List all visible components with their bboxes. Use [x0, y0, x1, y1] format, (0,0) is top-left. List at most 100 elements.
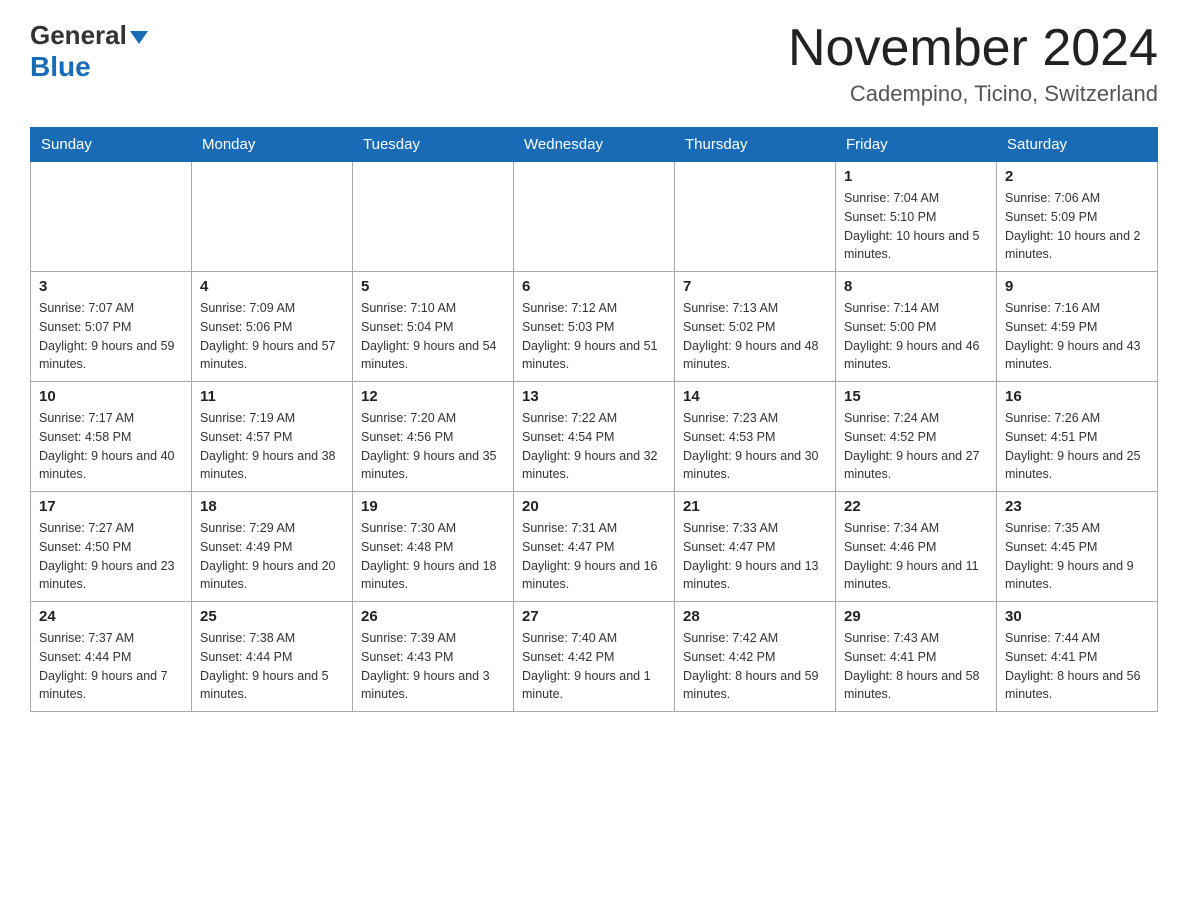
day-number: 12 [361, 388, 505, 405]
day-info: Sunrise: 7:33 AMSunset: 4:47 PMDaylight:… [683, 519, 827, 594]
day-info: Sunrise: 7:20 AMSunset: 4:56 PMDaylight:… [361, 409, 505, 484]
logo: General Blue [30, 20, 148, 83]
day-number: 17 [39, 498, 183, 515]
calendar-week-row-1: 3 Sunrise: 7:07 AMSunset: 5:07 PMDaylight… [31, 272, 1158, 382]
day-info: Sunrise: 7:43 AMSunset: 4:41 PMDaylight:… [844, 629, 988, 704]
col-header-thursday: Thursday [675, 128, 836, 162]
page-header: General Blue November 2024 Cadempino, Ti… [30, 20, 1158, 107]
calendar-cell-w0-d0 [31, 162, 192, 272]
day-number: 30 [1005, 608, 1149, 625]
day-number: 11 [200, 388, 344, 405]
day-info: Sunrise: 7:44 AMSunset: 4:41 PMDaylight:… [1005, 629, 1149, 704]
month-title: November 2024 [788, 20, 1158, 77]
calendar-cell-w4-d1: 25 Sunrise: 7:38 AMSunset: 4:44 PMDayligh… [192, 602, 353, 712]
day-number: 9 [1005, 278, 1149, 295]
day-number: 20 [522, 498, 666, 515]
calendar-week-row-4: 24 Sunrise: 7:37 AMSunset: 4:44 PMDayligh… [31, 602, 1158, 712]
calendar-cell-w0-d6: 2 Sunrise: 7:06 AMSunset: 5:09 PMDaylight… [997, 162, 1158, 272]
col-header-saturday: Saturday [997, 128, 1158, 162]
calendar-cell-w0-d1 [192, 162, 353, 272]
col-header-sunday: Sunday [31, 128, 192, 162]
day-info: Sunrise: 7:37 AMSunset: 4:44 PMDaylight:… [39, 629, 183, 704]
day-info: Sunrise: 7:09 AMSunset: 5:06 PMDaylight:… [200, 299, 344, 374]
calendar-cell-w4-d3: 27 Sunrise: 7:40 AMSunset: 4:42 PMDayligh… [514, 602, 675, 712]
calendar-cell-w4-d5: 29 Sunrise: 7:43 AMSunset: 4:41 PMDayligh… [836, 602, 997, 712]
calendar-cell-w0-d4 [675, 162, 836, 272]
calendar-cell-w1-d1: 4Sunrise: 7:09 AMSunset: 5:06 PMDaylight… [192, 272, 353, 382]
logo-blue-text: Blue [30, 51, 91, 82]
location-title: Cadempino, Ticino, Switzerland [788, 81, 1158, 107]
col-header-friday: Friday [836, 128, 997, 162]
day-number: 13 [522, 388, 666, 405]
day-number: 27 [522, 608, 666, 625]
calendar-cell-w4-d4: 28Sunrise: 7:42 AMSunset: 4:42 PMDayligh… [675, 602, 836, 712]
day-info: Sunrise: 7:40 AMSunset: 4:42 PMDaylight:… [522, 629, 666, 704]
calendar-cell-w3-d5: 22Sunrise: 7:34 AMSunset: 4:46 PMDayligh… [836, 492, 997, 602]
calendar-cell-w0-d2 [353, 162, 514, 272]
calendar-cell-w4-d6: 30 Sunrise: 7:44 AMSunset: 4:41 PMDayligh… [997, 602, 1158, 712]
day-number: 23 [1005, 498, 1149, 515]
day-number: 21 [683, 498, 827, 515]
day-number: 1 [844, 168, 988, 185]
calendar-cell-w2-d6: 16 Sunrise: 7:26 AMSunset: 4:51 PMDayligh… [997, 382, 1158, 492]
day-number: 15 [844, 388, 988, 405]
calendar-cell-w0-d5: 1 Sunrise: 7:04 AMSunset: 5:10 PMDaylight… [836, 162, 997, 272]
day-number: 6 [522, 278, 666, 295]
calendar-week-row-0: 1 Sunrise: 7:04 AMSunset: 5:10 PMDaylight… [31, 162, 1158, 272]
logo-general-text: General [30, 20, 127, 51]
day-number: 18 [200, 498, 344, 515]
day-info: Sunrise: 7:19 AMSunset: 4:57 PMDaylight:… [200, 409, 344, 484]
col-header-wednesday: Wednesday [514, 128, 675, 162]
day-info: Sunrise: 7:24 AMSunset: 4:52 PMDaylight:… [844, 409, 988, 484]
calendar-cell-w4-d2: 26 Sunrise: 7:39 AMSunset: 4:43 PMDayligh… [353, 602, 514, 712]
calendar-cell-w3-d6: 23 Sunrise: 7:35 AMSunset: 4:45 PMDayligh… [997, 492, 1158, 602]
day-info: Sunrise: 7:14 AMSunset: 5:00 PMDaylight:… [844, 299, 988, 374]
day-info: Sunrise: 7:16 AMSunset: 4:59 PMDaylight:… [1005, 299, 1149, 374]
day-info: Sunrise: 7:12 AMSunset: 5:03 PMDaylight:… [522, 299, 666, 374]
day-info: Sunrise: 7:22 AMSunset: 4:54 PMDaylight:… [522, 409, 666, 484]
day-info: Sunrise: 7:17 AMSunset: 4:58 PMDaylight:… [39, 409, 183, 484]
day-number: 16 [1005, 388, 1149, 405]
calendar-week-row-3: 17Sunrise: 7:27 AMSunset: 4:50 PMDayligh… [31, 492, 1158, 602]
calendar-cell-w1-d6: 9 Sunrise: 7:16 AMSunset: 4:59 PMDaylight… [997, 272, 1158, 382]
day-info: Sunrise: 7:39 AMSunset: 4:43 PMDaylight:… [361, 629, 505, 704]
calendar-cell-w1-d4: 7Sunrise: 7:13 AMSunset: 5:02 PMDaylight… [675, 272, 836, 382]
day-info: Sunrise: 7:04 AMSunset: 5:10 PMDaylight:… [844, 189, 988, 264]
day-number: 19 [361, 498, 505, 515]
calendar-cell-w2-d0: 10 Sunrise: 7:17 AMSunset: 4:58 PMDayligh… [31, 382, 192, 492]
col-header-monday: Monday [192, 128, 353, 162]
calendar-cell-w2-d4: 14Sunrise: 7:23 AMSunset: 4:53 PMDayligh… [675, 382, 836, 492]
calendar-cell-w1-d2: 5Sunrise: 7:10 AMSunset: 5:04 PMDaylight… [353, 272, 514, 382]
day-number: 5 [361, 278, 505, 295]
calendar-cell-w3-d0: 17Sunrise: 7:27 AMSunset: 4:50 PMDayligh… [31, 492, 192, 602]
day-number: 26 [361, 608, 505, 625]
calendar-cell-w2-d1: 11 Sunrise: 7:19 AMSunset: 4:57 PMDayligh… [192, 382, 353, 492]
calendar-cell-w1-d5: 8 Sunrise: 7:14 AMSunset: 5:00 PMDaylight… [836, 272, 997, 382]
day-number: 25 [200, 608, 344, 625]
day-info: Sunrise: 7:06 AMSunset: 5:09 PMDaylight:… [1005, 189, 1149, 264]
calendar-header-row: Sunday Monday Tuesday Wednesday Thursday… [31, 128, 1158, 162]
day-number: 8 [844, 278, 988, 295]
day-info: Sunrise: 7:35 AMSunset: 4:45 PMDaylight:… [1005, 519, 1149, 594]
day-number: 3 [39, 278, 183, 295]
calendar-cell-w3-d4: 21 Sunrise: 7:33 AMSunset: 4:47 PMDayligh… [675, 492, 836, 602]
day-number: 10 [39, 388, 183, 405]
day-info: Sunrise: 7:23 AMSunset: 4:53 PMDaylight:… [683, 409, 827, 484]
day-number: 7 [683, 278, 827, 295]
logo-triangle-icon [130, 31, 148, 44]
day-number: 29 [844, 608, 988, 625]
day-info: Sunrise: 7:30 AMSunset: 4:48 PMDaylight:… [361, 519, 505, 594]
calendar-cell-w3-d2: 19 Sunrise: 7:30 AMSunset: 4:48 PMDayligh… [353, 492, 514, 602]
day-info: Sunrise: 7:07 AMSunset: 5:07 PMDaylight:… [39, 299, 183, 374]
calendar-cell-w0-d3 [514, 162, 675, 272]
col-header-tuesday: Tuesday [353, 128, 514, 162]
day-number: 22 [844, 498, 988, 515]
calendar-table: Sunday Monday Tuesday Wednesday Thursday… [30, 127, 1158, 712]
calendar-cell-w2-d2: 12 Sunrise: 7:20 AMSunset: 4:56 PMDayligh… [353, 382, 514, 492]
day-number: 24 [39, 608, 183, 625]
day-info: Sunrise: 7:26 AMSunset: 4:51 PMDaylight:… [1005, 409, 1149, 484]
day-info: Sunrise: 7:29 AMSunset: 4:49 PMDaylight:… [200, 519, 344, 594]
day-info: Sunrise: 7:38 AMSunset: 4:44 PMDaylight:… [200, 629, 344, 704]
day-number: 2 [1005, 168, 1149, 185]
calendar-cell-w4-d0: 24 Sunrise: 7:37 AMSunset: 4:44 PMDayligh… [31, 602, 192, 712]
